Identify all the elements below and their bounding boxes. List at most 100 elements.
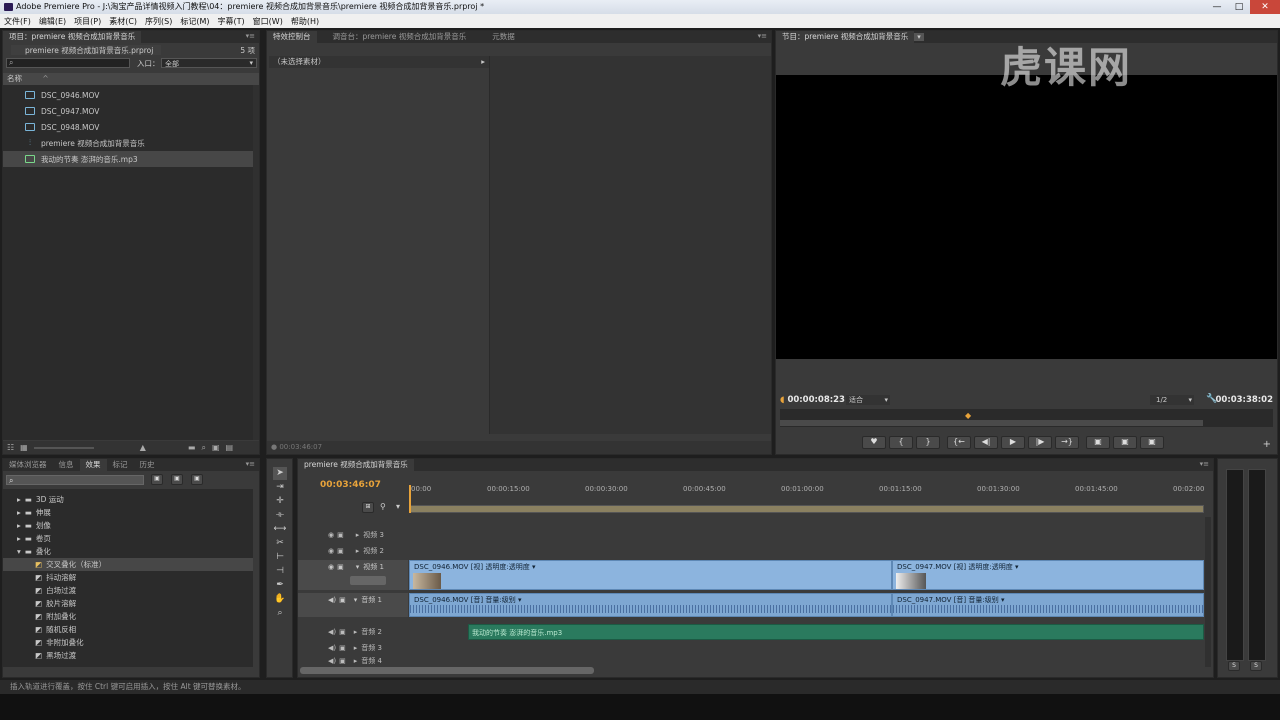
- effect-category[interactable]: ▸ ▬ 划像: [3, 519, 253, 532]
- playhead-line[interactable]: [409, 485, 411, 513]
- trash-icon[interactable]: ▤: [226, 443, 234, 452]
- lock-icon[interactable]: ▣: [339, 596, 346, 604]
- menu-file[interactable]: 文件(F): [4, 16, 31, 27]
- maximize-button[interactable]: □: [1228, 0, 1250, 14]
- rolling-edit-tool-icon[interactable]: ⟛: [273, 509, 287, 522]
- yuv-effects-icon[interactable]: ▣: [191, 474, 203, 485]
- menu-title[interactable]: 字幕(T): [218, 16, 245, 27]
- tab-project[interactable]: 项目：premiere 视频合成加背景音乐: [3, 31, 142, 43]
- collapsed-arrow-icon[interactable]: ▸: [356, 531, 360, 539]
- transition-item[interactable]: ◩ 非附加叠化: [3, 636, 253, 649]
- timeline-clip-video[interactable]: DSC_0946.MOV [视] 透明度:透明度 ▾: [409, 560, 892, 590]
- menu-clip[interactable]: 素材(C): [109, 16, 137, 27]
- tab-audio-mixer[interactable]: 调音台：premiere 视频合成加背景音乐: [327, 31, 473, 43]
- tab-info[interactable]: 信息: [53, 459, 80, 471]
- timeline-clip-video[interactable]: DSC_0947.MOV [视] 透明度:透明度 ▾: [892, 560, 1204, 590]
- timeline-clip-audio[interactable]: DSC_0946.MOV [音] 音量:级别 ▾: [409, 593, 892, 617]
- effect-category[interactable]: ▸ ▬ 伸展: [3, 506, 253, 519]
- go-to-in-button[interactable]: {←: [947, 436, 971, 449]
- speaker-icon[interactable]: ◀): [328, 596, 336, 604]
- effect-category[interactable]: ▾ ▬ 叠化: [3, 545, 253, 558]
- automate-icon[interactable]: ▲: [140, 443, 146, 452]
- timeline-vertical-scrollbar[interactable]: [1205, 517, 1211, 667]
- pen-tool-icon[interactable]: ✒: [273, 579, 287, 592]
- step-forward-button[interactable]: |▶: [1028, 436, 1052, 449]
- tab-program-monitor[interactable]: 节目：premiere 视频合成加背景音乐: [776, 31, 915, 43]
- expanded-arrow-icon[interactable]: ▾: [356, 563, 360, 571]
- mark-in-button[interactable]: {: [889, 436, 913, 449]
- project-search-input[interactable]: ⌕: [6, 58, 130, 68]
- solo-right-button[interactable]: S: [1250, 661, 1262, 671]
- zoom-slider[interactable]: [33, 446, 94, 449]
- timeline-ruler[interactable]: 00:00 00:00:15:00 00:00:30:00 00:00:45:0…: [409, 485, 1204, 513]
- mark-out-button[interactable]: }: [916, 436, 940, 449]
- menu-edit[interactable]: 编辑(E): [39, 16, 66, 27]
- set-marker-icon[interactable]: ▾: [396, 502, 400, 511]
- play-button[interactable]: ▶: [1001, 436, 1025, 449]
- fit-select[interactable]: 适合 ▾: [846, 395, 890, 405]
- snap-icon[interactable]: ⊞: [362, 502, 374, 513]
- tab-effect-controls[interactable]: 特效控制台: [267, 31, 317, 43]
- list-item[interactable]: ⫶ premiere 视频合成加背景音乐: [3, 135, 253, 151]
- collapsed-arrow-icon[interactable]: ▸: [356, 547, 360, 555]
- add-button-icon[interactable]: +: [1263, 439, 1271, 450]
- list-item[interactable]: DSC_0946.MOV: [3, 87, 253, 103]
- track-select-tool-icon[interactable]: ⇥: [273, 481, 287, 494]
- transition-item[interactable]: ◩ 黑场过渡: [3, 649, 253, 662]
- work-area-bar[interactable]: [409, 505, 1204, 513]
- export-frame-button[interactable]: ▣: [1140, 436, 1164, 449]
- eye-icon[interactable]: ◉: [328, 547, 334, 555]
- timeline-timecode[interactable]: 00:03:46:07: [320, 480, 381, 490]
- hand-tool-icon[interactable]: ✋: [273, 593, 287, 606]
- sequence-dropdown-icon[interactable]: ▾: [914, 33, 924, 41]
- panel-menu-icon[interactable]: ▾≡: [1200, 460, 1209, 468]
- find-icon[interactable]: ⌕: [201, 443, 205, 453]
- minimize-button[interactable]: —: [1206, 0, 1228, 14]
- monitor-time-ruler[interactable]: ◆: [780, 409, 1273, 427]
- list-item[interactable]: DSC_0947.MOV: [3, 103, 253, 119]
- keyframe-control[interactable]: [350, 576, 386, 585]
- transition-item[interactable]: ◩ 抖动溶解: [3, 571, 253, 584]
- eye-icon[interactable]: ◉: [328, 531, 334, 539]
- menu-window[interactable]: 窗口(W): [253, 16, 283, 27]
- timeline-clip-audio[interactable]: DSC_0947.MOV [音] 音量:级别 ▾: [892, 593, 1204, 617]
- speaker-icon[interactable]: ◀): [328, 628, 336, 636]
- inlet-select[interactable]: 全部 ▾: [161, 58, 257, 68]
- tab-effects[interactable]: 效果: [79, 459, 107, 471]
- selection-tool-icon[interactable]: ➤: [273, 467, 287, 480]
- collapsed-arrow-icon[interactable]: ▸: [354, 644, 358, 652]
- transition-item[interactable]: ◩ 交叉叠化（标准）: [3, 558, 253, 571]
- bin-icon[interactable]: ▬: [188, 443, 196, 452]
- timeline-horizontal-scrollbar[interactable]: [300, 667, 594, 674]
- slide-tool-icon[interactable]: ⊣: [273, 565, 287, 578]
- 32bit-effects-icon[interactable]: ▣: [171, 474, 183, 485]
- list-view-icon[interactable]: ☷: [7, 443, 14, 452]
- new-item-icon[interactable]: ▣: [212, 443, 220, 452]
- menu-project[interactable]: 项目(P): [74, 16, 101, 27]
- ripple-edit-tool-icon[interactable]: ✛: [273, 495, 287, 508]
- menu-help[interactable]: 帮助(H): [291, 16, 319, 27]
- column-header-name[interactable]: 名称 ^: [3, 73, 259, 85]
- add-marker-button[interactable]: ♥: [862, 436, 886, 449]
- menu-marker[interactable]: 标记(M): [180, 16, 209, 27]
- lock-icon[interactable]: ▣: [337, 563, 344, 571]
- close-button[interactable]: ✕: [1250, 0, 1280, 14]
- rate-stretch-tool-icon[interactable]: ⟷: [273, 523, 287, 536]
- razor-tool-icon[interactable]: ✂: [273, 537, 287, 550]
- monitor-zoom-bar[interactable]: [780, 420, 1203, 426]
- tab-timeline-sequence[interactable]: premiere 视频合成加背景音乐: [298, 459, 414, 471]
- slip-tool-icon[interactable]: ⊢: [273, 551, 287, 564]
- collapsed-arrow-icon[interactable]: ▸: [354, 657, 358, 665]
- transition-item[interactable]: ◩ 胶片溶解: [3, 597, 253, 610]
- effect-category[interactable]: ▸ ▬ 卷页: [3, 532, 253, 545]
- project-scrollbar[interactable]: [253, 85, 259, 440]
- tab-markers[interactable]: 标记: [107, 459, 134, 471]
- effect-category[interactable]: ▸ ▬ 3D 运动: [3, 493, 253, 506]
- expanded-arrow-icon[interactable]: ▾: [354, 596, 358, 604]
- tab-history[interactable]: 历史: [134, 459, 161, 471]
- panel-menu-icon[interactable]: ▾≡: [246, 460, 255, 468]
- lock-icon[interactable]: ▣: [339, 628, 346, 636]
- lift-button[interactable]: ▣: [1086, 436, 1110, 449]
- current-timecode[interactable]: ◖ 00:00:08:23: [780, 395, 845, 405]
- step-back-button[interactable]: ◀|: [974, 436, 998, 449]
